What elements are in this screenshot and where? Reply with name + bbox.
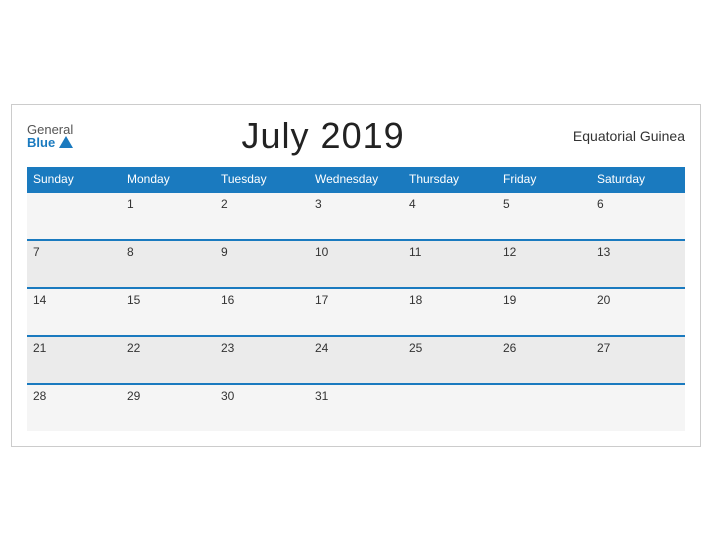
- header-monday: Monday: [121, 167, 215, 192]
- calendar-day-cell: 10: [309, 240, 403, 288]
- header-sunday: Sunday: [27, 167, 121, 192]
- header-wednesday: Wednesday: [309, 167, 403, 192]
- calendar-day-cell: 19: [497, 288, 591, 336]
- calendar-week-row: 14151617181920: [27, 288, 685, 336]
- calendar-day-cell: 27: [591, 336, 685, 384]
- calendar-week-row: 28293031: [27, 384, 685, 431]
- logo-general-text: General: [27, 123, 73, 136]
- logo-triangle-icon: [59, 136, 73, 148]
- calendar-day-cell: [497, 384, 591, 431]
- calendar-day-cell: [403, 384, 497, 431]
- calendar-day-cell: [591, 384, 685, 431]
- calendar-week-row: 123456: [27, 192, 685, 240]
- calendar-day-cell: 20: [591, 288, 685, 336]
- calendar-week-row: 21222324252627: [27, 336, 685, 384]
- calendar-day-cell: 23: [215, 336, 309, 384]
- calendar-day-cell: 8: [121, 240, 215, 288]
- calendar-day-cell: 22: [121, 336, 215, 384]
- calendar-day-cell: 31: [309, 384, 403, 431]
- month-title: July 2019: [242, 115, 405, 157]
- calendar-day-cell: 5: [497, 192, 591, 240]
- calendar-day-cell: 12: [497, 240, 591, 288]
- calendar-day-cell: 25: [403, 336, 497, 384]
- calendar-day-cell: 24: [309, 336, 403, 384]
- weekday-header-row: Sunday Monday Tuesday Wednesday Thursday…: [27, 167, 685, 192]
- calendar-day-cell: 7: [27, 240, 121, 288]
- calendar-day-cell: 28: [27, 384, 121, 431]
- calendar: General Blue July 2019 Equatorial Guinea…: [11, 104, 701, 447]
- calendar-day-cell: 17: [309, 288, 403, 336]
- calendar-day-cell: [27, 192, 121, 240]
- calendar-table: Sunday Monday Tuesday Wednesday Thursday…: [27, 167, 685, 431]
- calendar-week-row: 78910111213: [27, 240, 685, 288]
- calendar-day-cell: 21: [27, 336, 121, 384]
- calendar-day-cell: 16: [215, 288, 309, 336]
- calendar-day-cell: 2: [215, 192, 309, 240]
- calendar-day-cell: 4: [403, 192, 497, 240]
- header-friday: Friday: [497, 167, 591, 192]
- calendar-day-cell: 30: [215, 384, 309, 431]
- header-tuesday: Tuesday: [215, 167, 309, 192]
- calendar-day-cell: 6: [591, 192, 685, 240]
- calendar-day-cell: 9: [215, 240, 309, 288]
- logo-blue-text: Blue: [27, 136, 73, 149]
- calendar-day-cell: 14: [27, 288, 121, 336]
- calendar-day-cell: 3: [309, 192, 403, 240]
- country-label: Equatorial Guinea: [573, 128, 685, 144]
- calendar-day-cell: 26: [497, 336, 591, 384]
- header-thursday: Thursday: [403, 167, 497, 192]
- header-saturday: Saturday: [591, 167, 685, 192]
- calendar-day-cell: 15: [121, 288, 215, 336]
- calendar-day-cell: 18: [403, 288, 497, 336]
- calendar-day-cell: 11: [403, 240, 497, 288]
- calendar-day-cell: 1: [121, 192, 215, 240]
- calendar-day-cell: 29: [121, 384, 215, 431]
- calendar-header: General Blue July 2019 Equatorial Guinea: [27, 115, 685, 157]
- calendar-day-cell: 13: [591, 240, 685, 288]
- logo: General Blue: [27, 123, 73, 149]
